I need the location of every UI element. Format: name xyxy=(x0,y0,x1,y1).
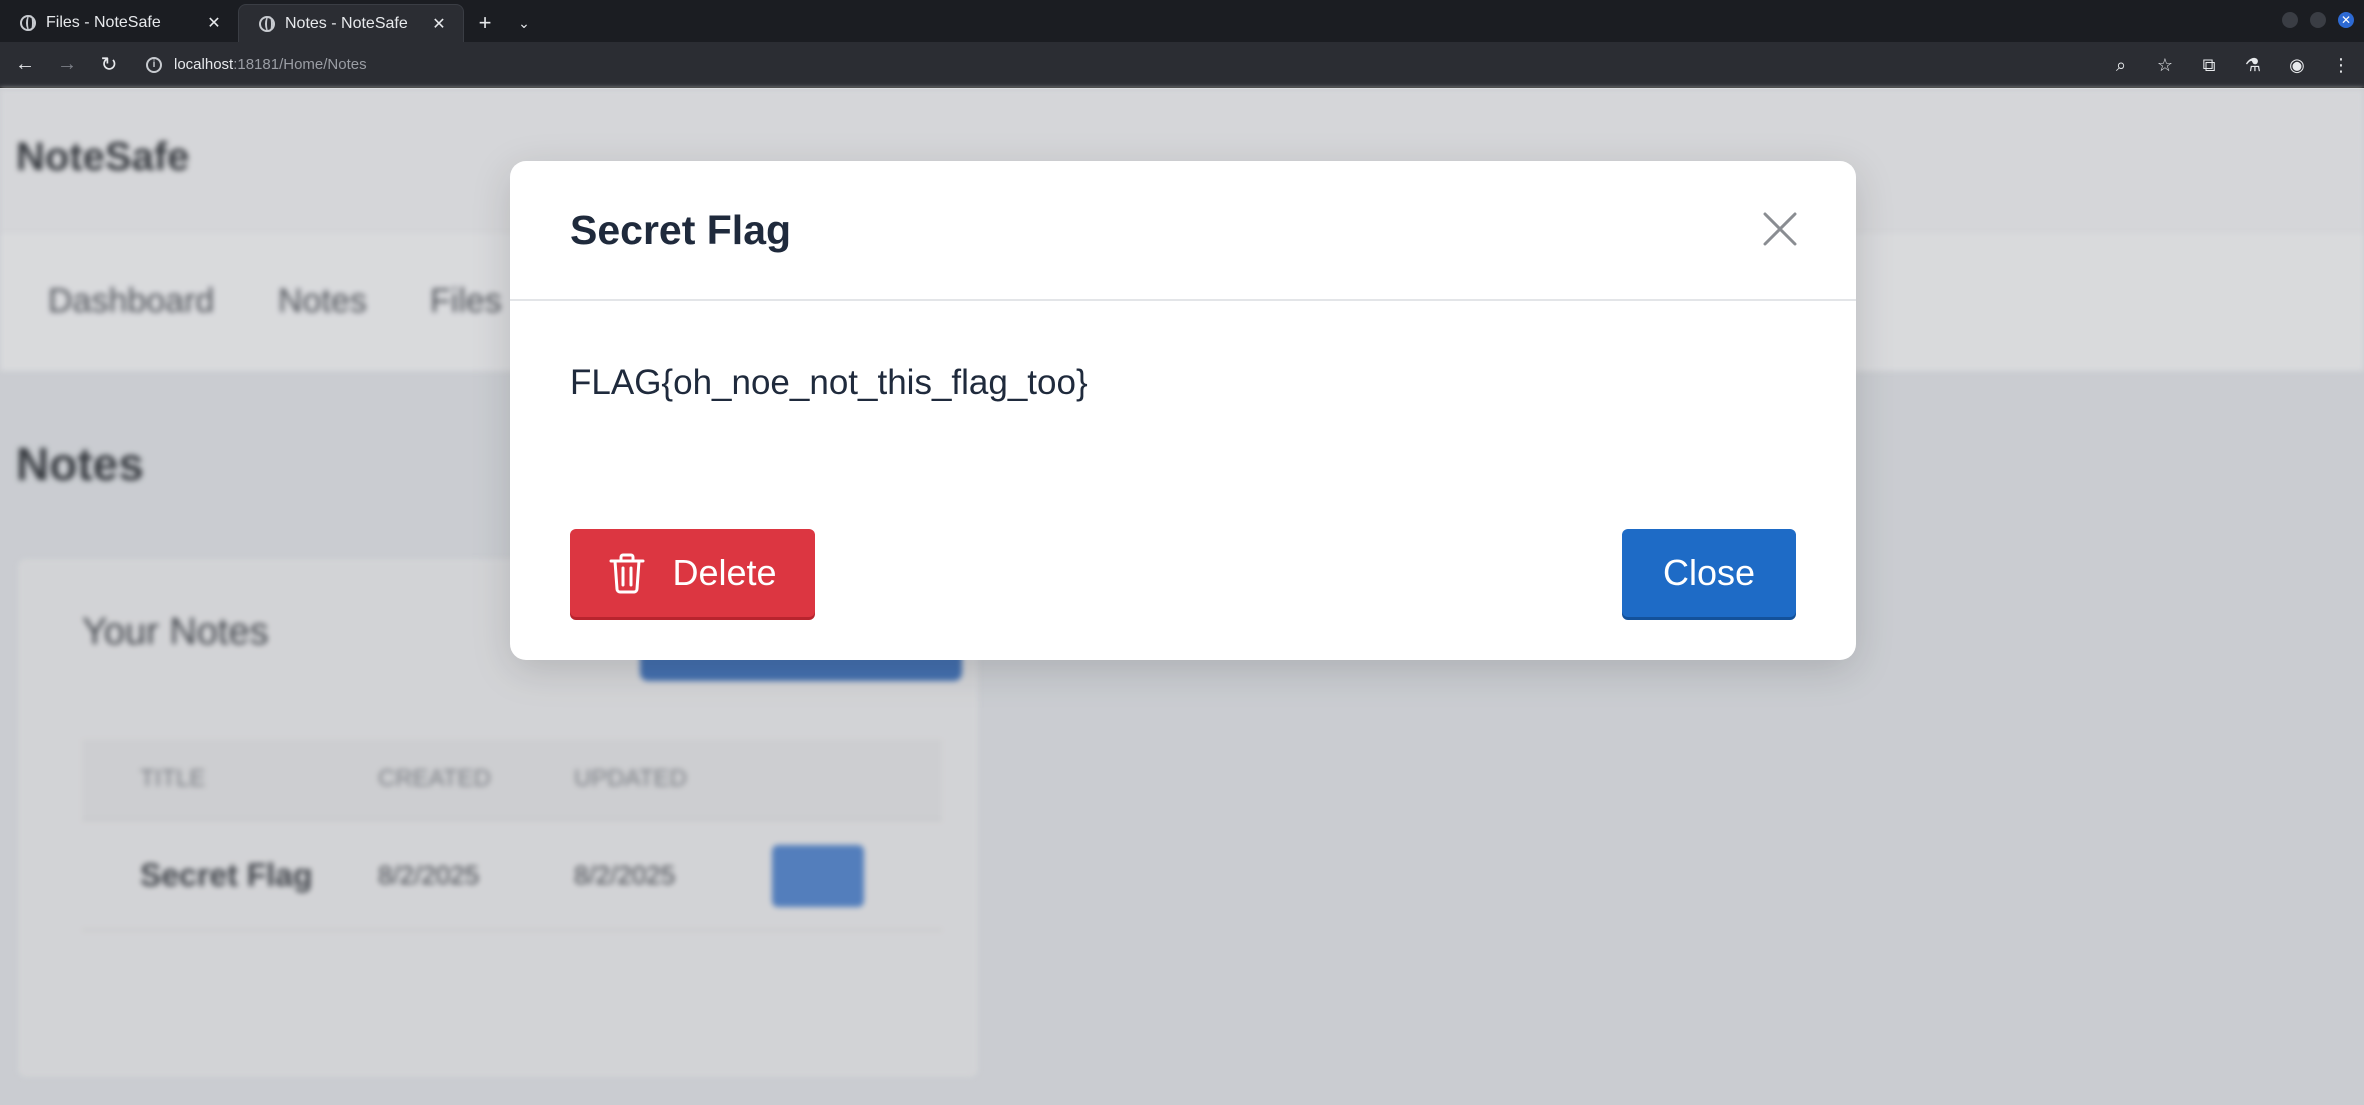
tab-close-icon[interactable]: ✕ xyxy=(429,14,449,34)
close-button[interactable]: Close xyxy=(1622,529,1796,617)
globe-icon xyxy=(259,15,275,32)
chevron-down-icon[interactable]: ⌄ xyxy=(506,4,542,42)
page: NoteSafe Dashboard Notes Files Notes You… xyxy=(0,89,2364,1105)
menu-kebab-icon[interactable]: ⋮ xyxy=(2324,48,2358,82)
tab-files[interactable]: Files - NoteSafe ✕ xyxy=(0,4,238,42)
note-content: FLAG{oh_noe_not_this_flag_too} xyxy=(570,363,1088,402)
tab-notes[interactable]: Notes - NoteSafe ✕ xyxy=(238,4,464,42)
modal-header: Secret Flag xyxy=(510,161,1856,301)
profile-icon[interactable]: ◉ xyxy=(2280,48,2314,82)
zoom-icon[interactable]: ⌕ xyxy=(2104,48,2138,82)
close-icon[interactable] xyxy=(1760,209,1800,249)
delete-label: Delete xyxy=(672,552,777,593)
back-arrow-icon[interactable]: ← xyxy=(8,48,42,82)
maximize-icon[interactable] xyxy=(2310,12,2326,28)
modal-title: Secret Flag xyxy=(570,207,792,253)
globe-icon xyxy=(20,15,36,31)
modal-footer: Delete Close xyxy=(510,521,1856,660)
tab-label: Files - NoteSafe xyxy=(46,14,161,31)
url-host: localhost xyxy=(174,56,234,73)
delete-button[interactable]: Delete xyxy=(570,529,815,617)
forward-arrow-icon[interactable]: → xyxy=(50,48,84,82)
note-modal: Secret Flag FLAG{oh_noe_not_this_flag_to… xyxy=(510,161,1856,660)
reload-icon[interactable]: ↻ xyxy=(92,48,126,82)
url-path: :18181/Home/Notes xyxy=(233,56,367,73)
trash-icon xyxy=(609,553,645,594)
url-field[interactable]: i localhost:18181/Home/Notes xyxy=(146,56,367,73)
labs-flask-icon[interactable]: ⚗ xyxy=(2236,48,2270,82)
new-tab-icon[interactable]: + xyxy=(464,4,506,42)
tab-close-icon[interactable]: ✕ xyxy=(204,13,224,33)
modal-body: FLAG{oh_noe_not_this_flag_too} xyxy=(510,301,1856,521)
tab-label: Notes - NoteSafe xyxy=(285,14,408,32)
extensions-icon[interactable]: ⧉ xyxy=(2192,48,2226,82)
window-close-icon[interactable]: ✕ xyxy=(2338,12,2354,28)
address-bar: ← → ↻ i localhost:18181/Home/Notes ⌕ ☆ ⧉… xyxy=(0,42,2364,88)
bookmark-star-icon[interactable]: ☆ xyxy=(2148,48,2182,82)
window-controls: ✕ xyxy=(2282,12,2354,28)
minimize-icon[interactable] xyxy=(2282,12,2298,28)
site-info-icon[interactable]: i xyxy=(146,56,162,73)
browser-tab-bar: Files - NoteSafe ✕ Notes - NoteSafe ✕ + … xyxy=(0,0,2364,42)
